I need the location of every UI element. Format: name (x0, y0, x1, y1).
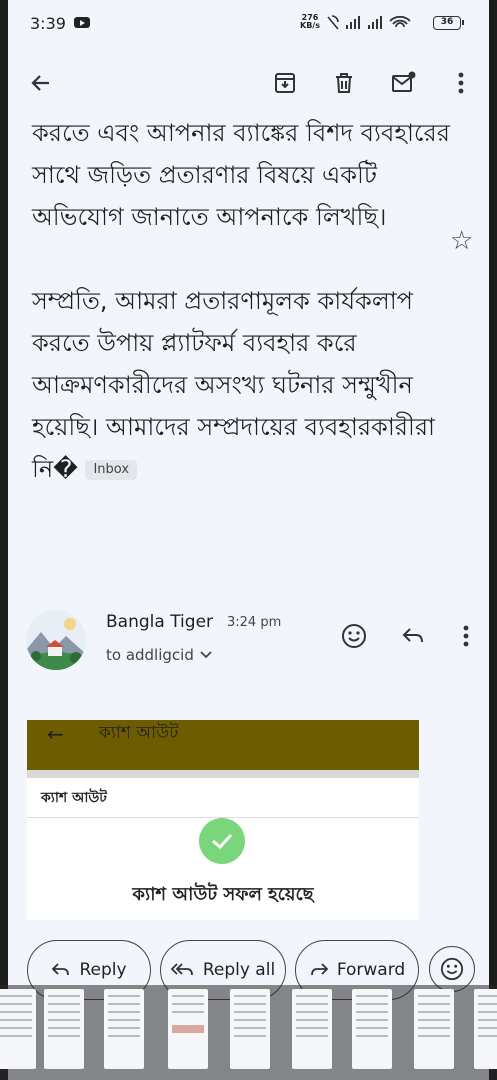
more-vert-icon[interactable] (444, 66, 478, 100)
more-vert-icon[interactable] (450, 620, 482, 652)
recent-screen-thumbnail[interactable] (44, 989, 84, 1069)
sent-time: 3:24 pm (227, 615, 282, 630)
recent-screen-thumbnail[interactable] (414, 989, 454, 1069)
recent-screen-thumbnail[interactable] (292, 989, 332, 1069)
reply-icon (52, 963, 70, 976)
signal-icons (326, 14, 416, 36)
body-paragraph-2: সম্প্রতি, আমরা প্রতারণামূলক কার্যকলাপ কর… (32, 287, 436, 483)
back-arrow-icon: ← (47, 722, 64, 746)
attachment-header: ← ক্যাশ আউট (27, 720, 419, 770)
network-speed: 276 KB/s (300, 13, 320, 30)
recent-screen-thumbnail[interactable] (0, 989, 36, 1069)
sender-avatar[interactable] (26, 610, 86, 670)
body-paragraph-1: করতে এবং আপনার ব্যাঙ্কের বিশদ ব্যবহারের … (32, 119, 450, 231)
inbox-label-chip[interactable]: Inbox (85, 460, 138, 480)
message-body: করতে এবং আপনার ব্যাঙ্কের বিশদ ব্যবহারের … (8, 118, 489, 578)
reply-all-icon (170, 963, 193, 976)
sender-name: Bangla Tiger (106, 612, 214, 632)
recent-screen-thumbnail[interactable] (168, 989, 208, 1069)
status-time: 3:39 (30, 14, 66, 33)
recipient-details[interactable]: to addligcid (106, 646, 213, 664)
emoji-icon (440, 957, 464, 981)
recent-screen-thumbnail[interactable] (352, 989, 392, 1069)
youtube-notification-icon (74, 17, 90, 28)
check-icon (199, 818, 245, 864)
back-arrow-icon[interactable] (24, 66, 58, 100)
attachment-subtitle: ক্যাশ আউট (27, 778, 419, 818)
status-bar: 3:39 276 KB/s 36 (8, 0, 489, 46)
star-icon[interactable]: ☆ (450, 226, 473, 256)
message-toolbar (8, 50, 489, 116)
recent-screen-thumbnail[interactable] (474, 989, 497, 1069)
mark-unread-icon[interactable] (387, 66, 421, 100)
delete-icon[interactable] (327, 66, 361, 100)
archive-icon[interactable] (268, 66, 302, 100)
forward-icon (310, 963, 329, 976)
attachment-success-text: ক্যাশ আউট সফল হয়েছে (132, 884, 314, 905)
image-attachment[interactable]: ← ক্যাশ আউট ক্যাশ আউট ক্যাশ আউট সফল হয়ে… (27, 720, 419, 920)
reply-icon[interactable] (397, 620, 429, 652)
recent-screen-thumbnail[interactable] (230, 989, 270, 1069)
chevron-down-icon (200, 651, 212, 659)
recent-screen-thumbnail[interactable] (104, 989, 144, 1069)
recent-screens-strip (0, 985, 497, 1080)
emoji-reaction-icon[interactable] (338, 620, 370, 652)
email-screen: 3:39 276 KB/s 36 করতে এবং আপনার ব্যাঙ্কে… (8, 0, 489, 1080)
signal-wifi-icon (327, 15, 411, 30)
battery-icon: 36 (433, 16, 464, 30)
